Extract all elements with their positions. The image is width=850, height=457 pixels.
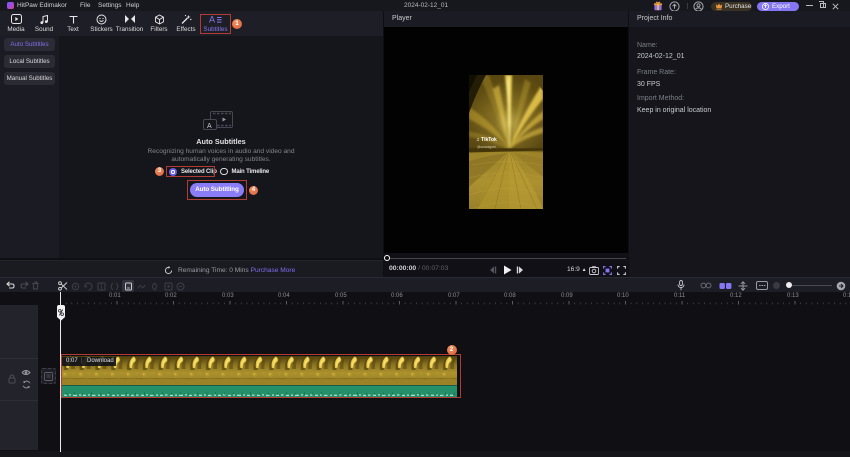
svg-text:A: A bbox=[207, 123, 212, 130]
svg-text:♫ TikTok: ♫ TikTok bbox=[476, 137, 497, 143]
svg-text:@auroragold: @auroragold bbox=[477, 145, 496, 149]
